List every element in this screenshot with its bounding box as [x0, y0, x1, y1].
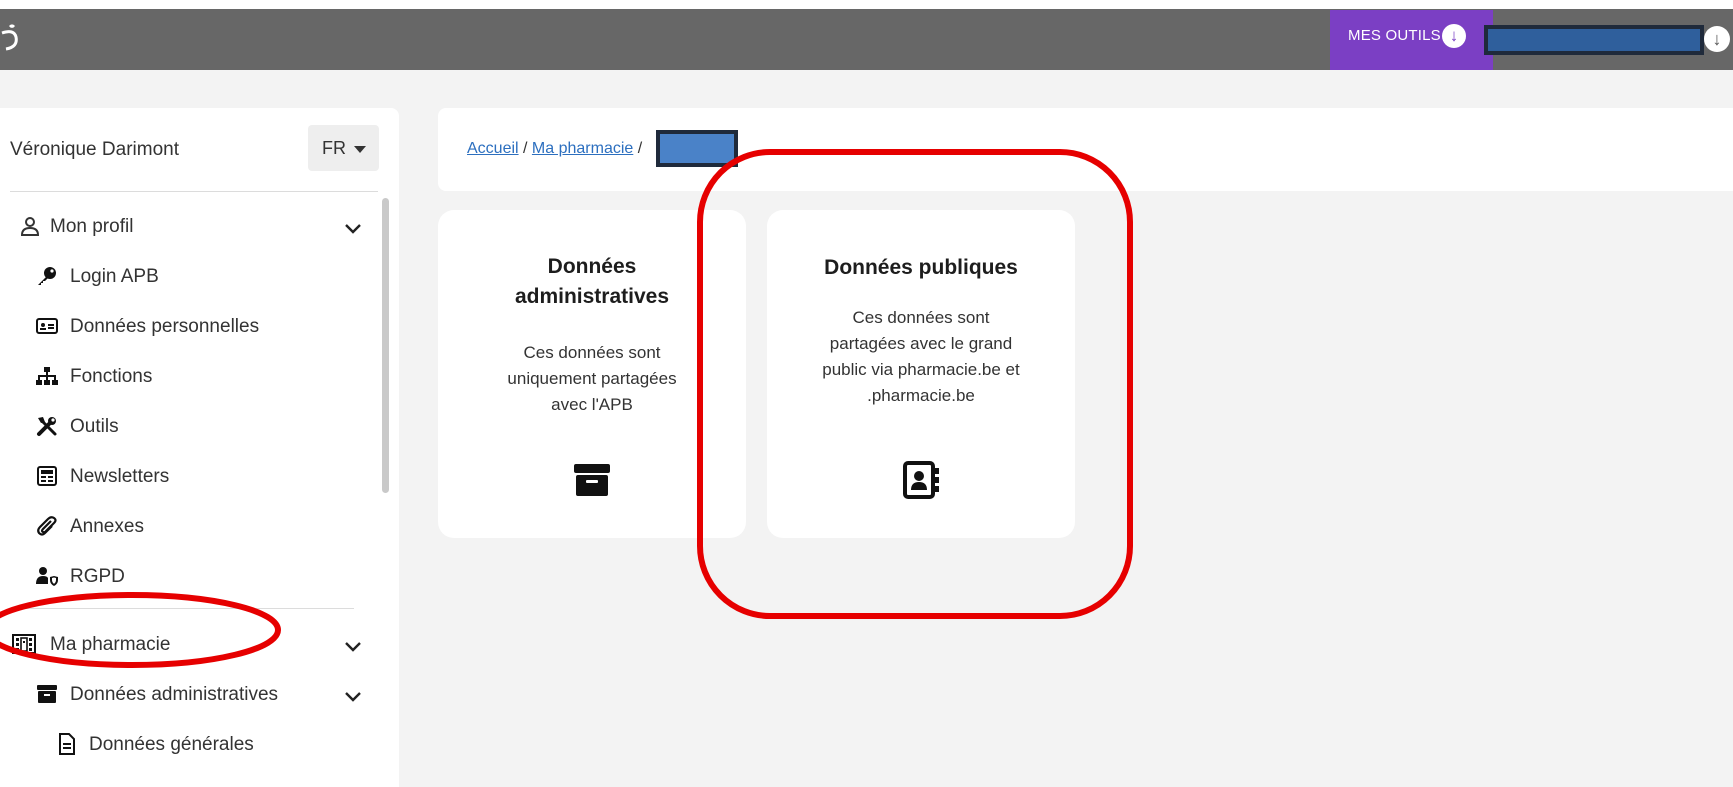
archive-icon [574, 464, 610, 496]
sidebar-item-attachments[interactable]: Annexes [35, 510, 365, 544]
sidebar-item-label: Newsletters [70, 466, 170, 487]
sidebar-scrollbar[interactable] [382, 198, 389, 493]
building-icon [12, 634, 36, 654]
sidebar-item-general-data[interactable]: Données générales [55, 728, 365, 762]
my-tools-label: MES OUTILS [1348, 27, 1441, 44]
card-description: Ces données sont uniquement partagées av… [507, 343, 677, 414]
sidebar-section-pharmacy-label: Ma pharmacie [50, 634, 171, 655]
content-header: Accueil / Ma pharmacie / [438, 108, 1733, 191]
sidebar-item-personal-data[interactable]: Données personnelles [35, 310, 365, 344]
arrow-down-circle-icon[interactable]: ↓ [1704, 26, 1730, 52]
tools-icon [37, 417, 57, 436]
card-administrative-data[interactable]: Données administratives Ces données sont… [438, 210, 746, 538]
user-menu-redacted[interactable] [1484, 25, 1704, 55]
divider [10, 191, 378, 192]
sidebar-section-profile-label: Mon profil [50, 216, 134, 237]
sidebar-item-label: Outils [70, 416, 119, 437]
logo-icon[interactable] [0, 23, 26, 57]
sitemap-icon [36, 367, 58, 385]
user-name: Véronique Darimont [10, 139, 179, 160]
chevron-down-icon [345, 224, 361, 234]
sidebar-item-label: Données générales [89, 734, 254, 755]
sidebar-section-profile[interactable]: Mon profil [18, 210, 368, 244]
card-description: Ces données sont partagées avec le grand… [822, 308, 1020, 405]
sidebar-item-newsletters[interactable]: Newsletters [35, 460, 365, 494]
sidebar-item-functions[interactable]: Fonctions [35, 360, 365, 394]
sidebar-section-pharmacy[interactable]: Ma pharmacie [12, 628, 368, 662]
sidebar-item-label: Données personnelles [70, 316, 260, 337]
card-title: Données administratives [514, 255, 670, 308]
newspaper-icon [37, 466, 57, 486]
sidebar-item-label: Annexes [70, 516, 144, 537]
user-outline-icon [20, 217, 40, 236]
arrow-down-circle-icon: ↓ [1442, 24, 1466, 48]
address-book-icon [903, 461, 939, 499]
key-icon [38, 267, 56, 285]
sidebar-item-label: Login APB [70, 266, 159, 287]
chevron-down-icon [345, 692, 361, 702]
file-icon [59, 733, 75, 755]
language-value: FR [322, 138, 346, 158]
sidebar-item-label: Fonctions [70, 366, 153, 387]
language-select[interactable]: FR [308, 125, 379, 171]
sidebar: Véronique Darimont FR Mon profil Login A… [0, 108, 399, 787]
my-tools-button[interactable]: MES OUTILS ↓ [1330, 10, 1493, 76]
card-public-data[interactable]: Données publiques Ces données sont parta… [767, 210, 1075, 538]
sidebar-item-tools[interactable]: Outils [35, 410, 365, 444]
sidebar-item-label: RGPD [70, 566, 125, 587]
sidebar-item-login-apb[interactable]: Login APB [35, 260, 365, 294]
sidebar-item-label: Données administratives [70, 684, 279, 705]
breadcrumb: Accueil / Ma pharmacie / [467, 140, 642, 158]
paperclip-icon [37, 516, 57, 536]
sidebar-item-rgpd[interactable]: RGPD [35, 560, 365, 594]
id-card-icon [36, 318, 58, 334]
breadcrumb-separator: / [633, 140, 643, 157]
breadcrumb-pharmacy-link[interactable]: Ma pharmacie [532, 140, 633, 157]
user-shield-icon [36, 567, 58, 586]
sidebar-item-administrative-data[interactable]: Données administratives [35, 678, 368, 712]
caret-down-icon [354, 146, 366, 153]
breadcrumb-separator: / [518, 140, 532, 157]
breadcrumb-current-redacted [656, 130, 738, 167]
divider [10, 608, 354, 609]
chevron-down-icon [345, 642, 361, 652]
breadcrumb-home-link[interactable]: Accueil [467, 140, 519, 157]
card-title: Données publiques [824, 256, 1018, 279]
archive-icon [37, 685, 57, 703]
